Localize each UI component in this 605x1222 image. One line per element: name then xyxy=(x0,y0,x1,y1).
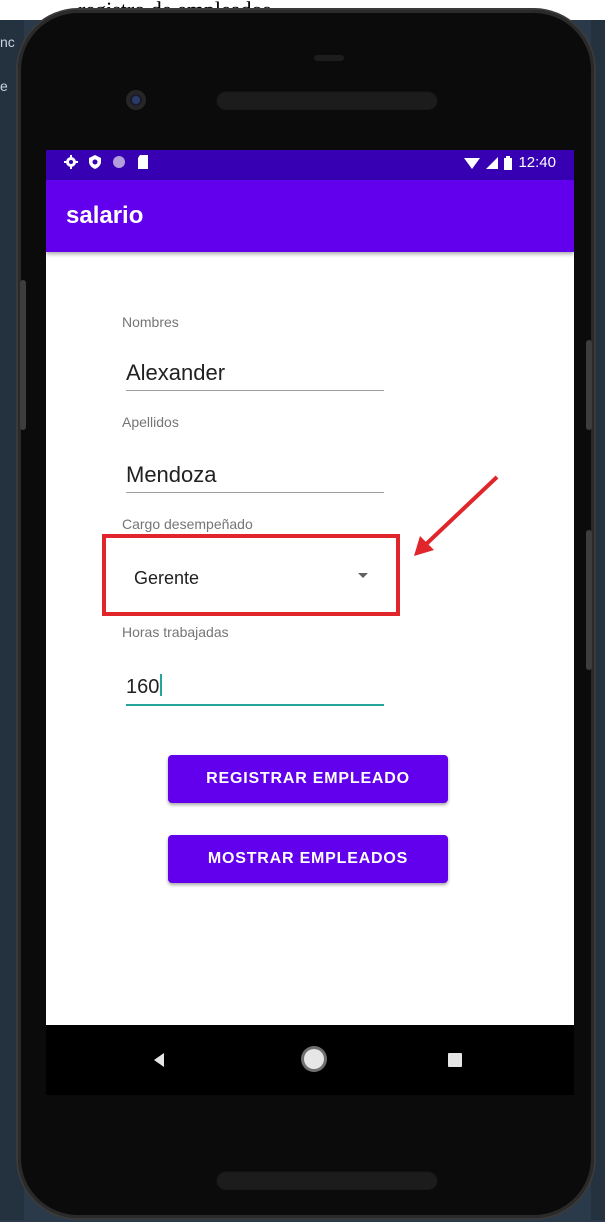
wifi-icon xyxy=(464,157,481,169)
app-title: salario xyxy=(66,202,144,229)
mostrar-empleados-button[interactable]: MOSTRAR EMPLEADOS xyxy=(168,835,448,883)
apellidos-underline xyxy=(126,492,384,493)
sd-card-icon xyxy=(138,155,148,169)
nombres-label: Nombres xyxy=(122,314,179,330)
text-cursor xyxy=(160,674,163,696)
cargo-label: Cargo desempeñado xyxy=(122,516,253,532)
volume-button[interactable] xyxy=(586,340,592,430)
battery-icon xyxy=(504,155,513,170)
navigation-bar xyxy=(46,1025,574,1095)
earpiece-speaker xyxy=(216,90,438,110)
apellidos-input[interactable]: Mendoza xyxy=(126,462,217,488)
apellidos-label: Apellidos xyxy=(122,414,179,430)
horas-label: Horas trabajadas xyxy=(122,624,229,640)
edge-text-fragment: e xyxy=(0,78,8,94)
edge-text-fragment: nc xyxy=(0,34,15,50)
status-icons-left xyxy=(64,155,150,169)
circle-icon xyxy=(113,156,125,168)
back-icon[interactable] xyxy=(154,1053,164,1067)
horas-underline xyxy=(126,704,384,706)
status-time: 12:40 xyxy=(518,154,556,171)
status-bar: 12:40 xyxy=(46,150,574,180)
cargo-spinner[interactable]: Gerente xyxy=(102,534,400,616)
power-button[interactable] xyxy=(20,280,26,430)
signal-icon xyxy=(486,156,499,169)
nombres-underline xyxy=(126,390,384,391)
settings-icon xyxy=(64,155,78,169)
bottom-speaker xyxy=(216,1170,438,1190)
shield-icon xyxy=(89,155,101,169)
horas-input-value: 160 xyxy=(126,676,160,698)
recents-icon[interactable] xyxy=(448,1053,462,1067)
side-key[interactable] xyxy=(586,530,592,670)
app-screen: 12:40 salario Nombres Alexander Apellido… xyxy=(46,150,574,1025)
app-bar: salario xyxy=(46,180,574,252)
registrar-empleado-button[interactable]: REGISTRAR EMPLEADO xyxy=(168,755,448,803)
home-icon[interactable] xyxy=(304,1049,324,1069)
proximity-sensor xyxy=(314,55,344,61)
front-camera-icon xyxy=(126,90,146,110)
dropdown-arrow-icon xyxy=(358,573,368,578)
cargo-selected-value: Gerente xyxy=(134,568,200,588)
nombres-input[interactable]: Alexander xyxy=(126,360,225,386)
status-icons-right: 12:40 xyxy=(464,154,556,171)
horas-input[interactable]: 160 xyxy=(126,674,163,699)
